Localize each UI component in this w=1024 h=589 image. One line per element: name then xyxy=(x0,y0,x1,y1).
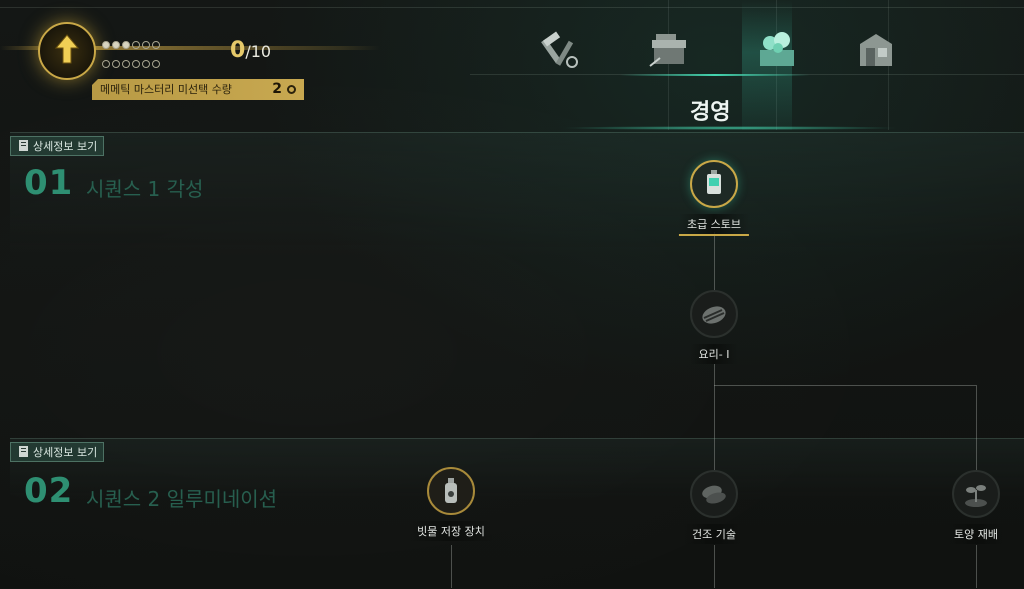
mastery-dot xyxy=(112,60,120,68)
title-glow xyxy=(560,126,900,130)
hammer-wrench-icon xyxy=(541,31,578,68)
section-number: 01 xyxy=(24,163,74,203)
section-title: 시퀀스 2 일루미네이션 xyxy=(86,487,278,511)
skill-node-rainwater[interactable]: 빗물 저장 장치 xyxy=(409,467,493,541)
mastery-dot xyxy=(102,60,110,68)
tab-housing[interactable] xyxy=(850,28,900,74)
node-label: 건조 기술 xyxy=(684,524,744,544)
mastery-dot xyxy=(102,41,110,49)
tab-workbench[interactable] xyxy=(644,28,694,74)
token-icon xyxy=(287,85,296,94)
tree-connector xyxy=(714,385,976,386)
book-icon xyxy=(19,446,28,457)
mastery-count-total: /10 xyxy=(245,42,272,61)
section-number: 02 xyxy=(24,471,74,511)
unselected-mastery-count: 2 xyxy=(272,81,282,97)
mastery-dot xyxy=(112,41,120,49)
tab-tools[interactable] xyxy=(536,28,586,74)
mastery-dot xyxy=(152,41,160,49)
divider xyxy=(0,7,1024,8)
mastery-dot xyxy=(142,60,150,68)
up-arrow-icon xyxy=(55,34,79,64)
detail-info-label: 상세정보 보기 xyxy=(33,446,98,459)
mastery-dot xyxy=(132,60,140,68)
mastery-dot xyxy=(122,60,130,68)
cabinet-icon xyxy=(860,34,892,66)
mastery-progress-dots xyxy=(102,37,182,75)
detail-info-button[interactable]: 상세정보 보기 xyxy=(10,136,105,156)
mastery-dot xyxy=(152,60,160,68)
tab-management[interactable] xyxy=(752,28,802,74)
book-icon xyxy=(19,140,28,151)
tree-connector xyxy=(451,545,452,588)
skill-node-drying[interactable]: 건조 기술 xyxy=(684,470,744,544)
mastery-dot xyxy=(122,41,130,49)
sprout-icon xyxy=(965,485,987,507)
category-title: 경영 xyxy=(690,100,731,125)
node-label: 초급 스토브 xyxy=(678,214,750,236)
stove-icon xyxy=(707,170,721,194)
node-label: 빗물 저장 장치 xyxy=(409,521,493,541)
mastery-count-value: 0 xyxy=(230,38,246,63)
top-bar: 0/10 메메틱 마스터리 미선택 수량 2 경영 xyxy=(0,0,1024,130)
mastery-emblem[interactable] xyxy=(38,22,96,80)
water-bottle-icon xyxy=(445,478,457,503)
dried-meat-icon xyxy=(702,485,726,504)
skill-node-cooking[interactable]: 요리- I xyxy=(690,290,738,364)
active-tab-bar xyxy=(620,74,810,76)
mastery-count: 0/10 xyxy=(230,38,271,63)
mastery-dot xyxy=(132,41,140,49)
tree-connector xyxy=(714,232,715,292)
skill-node-stove[interactable]: 초급 스토브 xyxy=(678,160,750,236)
section-title: 시퀀스 1 각성 xyxy=(86,177,204,201)
workbench-icon xyxy=(649,34,686,67)
tree-connector xyxy=(976,385,977,473)
crate-plant-icon xyxy=(760,32,794,66)
mastery-dot xyxy=(142,41,150,49)
tree-connector xyxy=(976,545,977,588)
tree-connector xyxy=(714,545,715,588)
tree-connector xyxy=(714,364,715,474)
steak-icon xyxy=(702,306,726,324)
detail-info-button[interactable]: 상세정보 보기 xyxy=(10,442,105,462)
skill-node-soil[interactable]: 토양 재배 xyxy=(946,470,1006,544)
node-label: 토양 재배 xyxy=(946,524,1006,544)
sequence-section-1: 상세정보 보기 01 시퀀스 1 각성 xyxy=(10,132,1024,439)
node-label: 요리- I xyxy=(690,344,738,364)
detail-info-label: 상세정보 보기 xyxy=(33,140,98,153)
unselected-mastery-label: 메메틱 마스터리 미선택 수량 xyxy=(100,83,232,96)
sequence-section-2: 상세정보 보기 02 시퀀스 2 일루미네이션 xyxy=(10,438,1024,589)
unselected-mastery-banner: 메메틱 마스터리 미선택 수량 2 xyxy=(92,79,304,100)
